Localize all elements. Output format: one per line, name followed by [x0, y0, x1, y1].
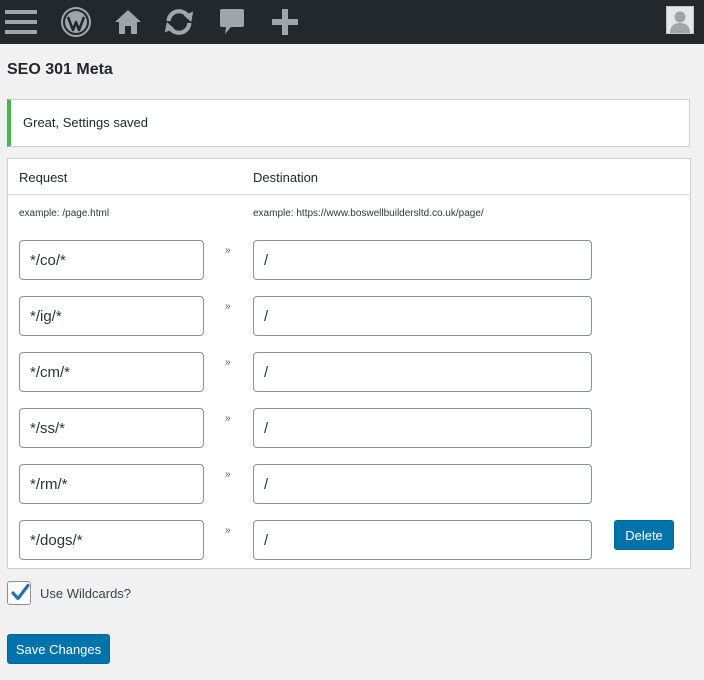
destination-input-1[interactable] [253, 240, 592, 280]
home-icon[interactable] [112, 6, 144, 38]
save-changes-button[interactable]: Save Changes [7, 634, 110, 664]
destination-input-4[interactable] [253, 408, 592, 448]
page-title: SEO 301 Meta [7, 61, 113, 78]
destination-input-3[interactable] [253, 352, 592, 392]
row-separator: » [225, 413, 231, 424]
row-separator: » [225, 525, 231, 536]
row-separator: » [225, 245, 231, 256]
destination-column-header: Destination [253, 170, 319, 185]
request-input-4[interactable] [19, 408, 204, 448]
menu-icon[interactable] [5, 6, 37, 38]
row-separator: » [225, 301, 231, 312]
request-input-1[interactable] [19, 240, 204, 280]
redirects-table: Request Destination example: /page.html … [7, 158, 691, 569]
notice-text: Great, Settings saved [23, 115, 149, 130]
request-column-header: Request [19, 170, 68, 185]
request-input-2[interactable] [19, 296, 204, 336]
row-separator: » [225, 469, 231, 480]
destination-input-2[interactable] [253, 296, 592, 336]
wordpress-logo-icon[interactable] [60, 6, 92, 38]
settings-saved-notice: Great, Settings saved [7, 99, 690, 147]
wildcards-label[interactable]: Use Wildcards? [40, 586, 131, 601]
delete-button[interactable]: Delete [614, 520, 674, 550]
destination-example: example: https://www.boswellbuildersltd.… [253, 208, 484, 219]
destination-input-6[interactable] [253, 520, 592, 560]
wildcards-checkbox[interactable] [7, 581, 31, 605]
comments-icon[interactable] [216, 6, 248, 38]
header-divider [8, 194, 690, 195]
request-input-3[interactable] [19, 352, 204, 392]
avatar[interactable] [666, 6, 694, 34]
admin-bar [0, 0, 704, 44]
request-input-5[interactable] [19, 464, 204, 504]
request-example: example: /page.html [19, 208, 110, 219]
updates-icon[interactable] [163, 6, 195, 38]
row-separator: » [225, 357, 231, 368]
request-input-6[interactable] [19, 520, 204, 560]
destination-input-5[interactable] [253, 464, 592, 504]
add-new-icon[interactable] [269, 6, 301, 38]
checkmark-icon [11, 583, 30, 601]
